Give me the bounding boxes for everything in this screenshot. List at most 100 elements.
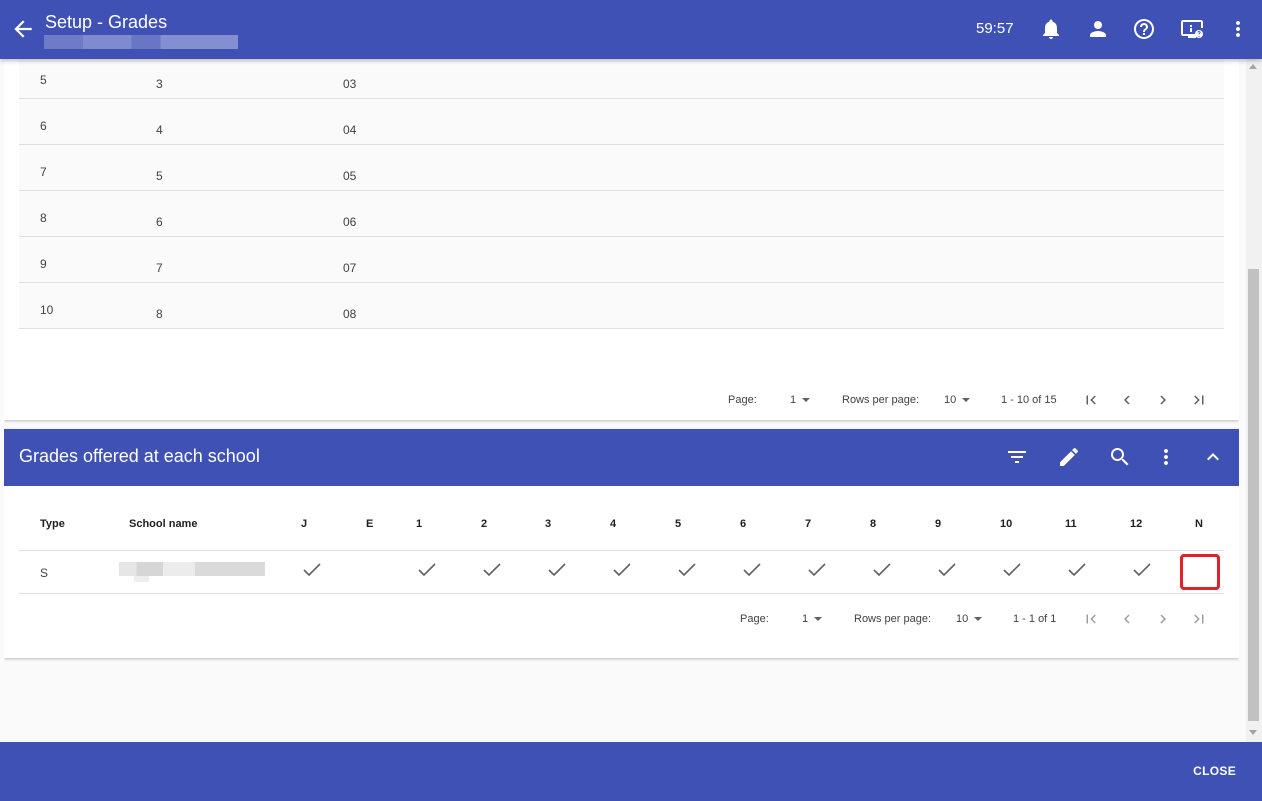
rows-per-page-select[interactable]: 10 [944, 394, 971, 406]
table-cell: 8 [156, 307, 163, 321]
table-cell: 03 [343, 77, 357, 91]
page-select[interactable]: 1 [802, 613, 823, 625]
check-icon [743, 563, 761, 577]
check-icon [613, 563, 631, 577]
app-bar: Setup - Grades 59:57 [0, 0, 1262, 59]
more-vert-icon[interactable] [1154, 445, 1178, 469]
next-page-icon[interactable] [1154, 610, 1172, 628]
rows-per-page-select[interactable]: 10 [956, 613, 983, 625]
grades-pager: Page: 1 Rows per page: 10 1 - 10 of 15 [4, 394, 1239, 414]
table-cell: 10 [40, 303, 54, 317]
school-name-redacted [119, 562, 265, 576]
check-icon [1003, 563, 1021, 577]
column-header[interactable]: 2 [481, 518, 487, 530]
table-header: Type School name J E 1 2 3 4 5 6 7 8 9 1… [19, 486, 1224, 551]
table-cell: 05 [343, 169, 357, 183]
table-cell: 06 [343, 215, 357, 229]
table-row[interactable]: 6 4 04 [19, 99, 1224, 145]
table-row[interactable]: 7 5 05 [19, 145, 1224, 191]
rows-per-page-label: Rows per page: [842, 394, 920, 406]
edit-icon[interactable] [1057, 445, 1081, 469]
range-text: 1 - 10 of 15 [1001, 394, 1057, 406]
person-icon[interactable] [1086, 17, 1110, 41]
table-cell: 08 [343, 307, 357, 321]
page-select[interactable]: 1 [790, 394, 811, 406]
grades-offered-card: Grades offered at each school Type Schoo… [4, 429, 1239, 658]
highlighted-cell-n[interactable] [1180, 554, 1220, 590]
check-icon [548, 563, 566, 577]
dropdown-caret-icon [802, 398, 811, 403]
column-header[interactable]: 9 [935, 518, 941, 530]
search-icon[interactable] [1108, 445, 1132, 469]
next-page-icon[interactable] [1154, 391, 1172, 409]
column-header[interactable]: School name [129, 518, 197, 530]
last-page-icon[interactable] [1190, 610, 1208, 628]
column-header[interactable]: 3 [545, 518, 551, 530]
table-cell: 7 [156, 261, 163, 275]
scroll-up-arrow-icon[interactable] [1249, 64, 1257, 69]
check-icon [678, 563, 696, 577]
filter-icon[interactable] [1005, 445, 1029, 469]
page-select-value: 1 [790, 394, 797, 406]
column-header[interactable]: 6 [740, 518, 746, 530]
table-cell: 04 [343, 123, 357, 137]
bell-icon[interactable] [1039, 17, 1063, 41]
rows-per-page-value: 10 [956, 613, 969, 625]
table-row[interactable]: S [19, 551, 1224, 594]
vertical-scrollbar[interactable] [1246, 59, 1262, 742]
scroll-down-arrow-icon[interactable] [1249, 730, 1257, 735]
check-icon [418, 563, 436, 577]
check-icon [483, 563, 501, 577]
rows-per-page-label: Rows per page: [854, 613, 932, 625]
chevron-up-icon[interactable] [1201, 445, 1225, 469]
table-row[interactable]: 10 8 08 [19, 283, 1224, 329]
column-header[interactable]: 5 [675, 518, 681, 530]
column-header[interactable]: 1 [416, 518, 422, 530]
card-header: Grades offered at each school [4, 429, 1239, 486]
first-page-icon[interactable] [1082, 610, 1100, 628]
page-select-value: 1 [802, 613, 809, 625]
card-title: Grades offered at each school [19, 446, 260, 466]
table-cell: 8 [40, 211, 47, 225]
more-vert-icon[interactable] [1226, 17, 1250, 41]
help-circle-icon[interactable] [1132, 17, 1156, 41]
check-icon [303, 563, 321, 577]
column-header[interactable]: Type [40, 518, 65, 530]
column-header[interactable]: 7 [805, 518, 811, 530]
column-header[interactable]: J [301, 518, 307, 530]
table-cell: 3 [156, 77, 163, 91]
column-header[interactable]: E [366, 518, 373, 530]
column-header[interactable]: 12 [1130, 518, 1142, 530]
table-cell: 5 [156, 169, 163, 183]
first-page-icon[interactable] [1082, 391, 1100, 409]
column-header[interactable]: N [1195, 518, 1203, 530]
table-cell: 6 [40, 119, 47, 133]
table-cell: 7 [40, 165, 47, 179]
last-page-icon[interactable] [1190, 391, 1208, 409]
table-cell: 4 [156, 123, 163, 137]
prev-page-icon[interactable] [1118, 610, 1136, 628]
column-header[interactable]: 8 [870, 518, 876, 530]
dropdown-caret-icon [974, 617, 983, 622]
table-row[interactable]: 8 6 06 [19, 191, 1224, 237]
close-button[interactable]: CLOSE [1193, 764, 1236, 778]
check-icon [1068, 563, 1086, 577]
dropdown-caret-icon [814, 617, 823, 622]
table-cell: 9 [40, 257, 47, 271]
check-icon [1133, 563, 1151, 577]
page-label: Page: [728, 394, 757, 406]
column-header[interactable]: 10 [1000, 518, 1012, 530]
table-row[interactable]: 9 7 07 [19, 237, 1224, 283]
screen-help-icon[interactable] [1180, 17, 1204, 41]
page-label: Page: [740, 613, 769, 625]
back-arrow-icon[interactable] [10, 16, 36, 42]
page-title: Setup - Grades [45, 12, 168, 32]
content-area: 2 02 5 3 03 6 4 04 7 5 05 8 6 06 [4, 59, 1239, 742]
prev-page-icon[interactable] [1118, 391, 1136, 409]
table-row[interactable]: 5 3 03 [19, 59, 1224, 99]
school-grades-table: Type School name J E 1 2 3 4 5 6 7 8 9 1… [19, 486, 1224, 594]
grades-table: 2 02 5 3 03 6 4 04 7 5 05 8 6 06 [19, 59, 1224, 329]
column-header[interactable]: 4 [610, 518, 616, 530]
column-header[interactable]: 11 [1065, 518, 1077, 530]
scrollbar-thumb[interactable] [1248, 269, 1259, 721]
